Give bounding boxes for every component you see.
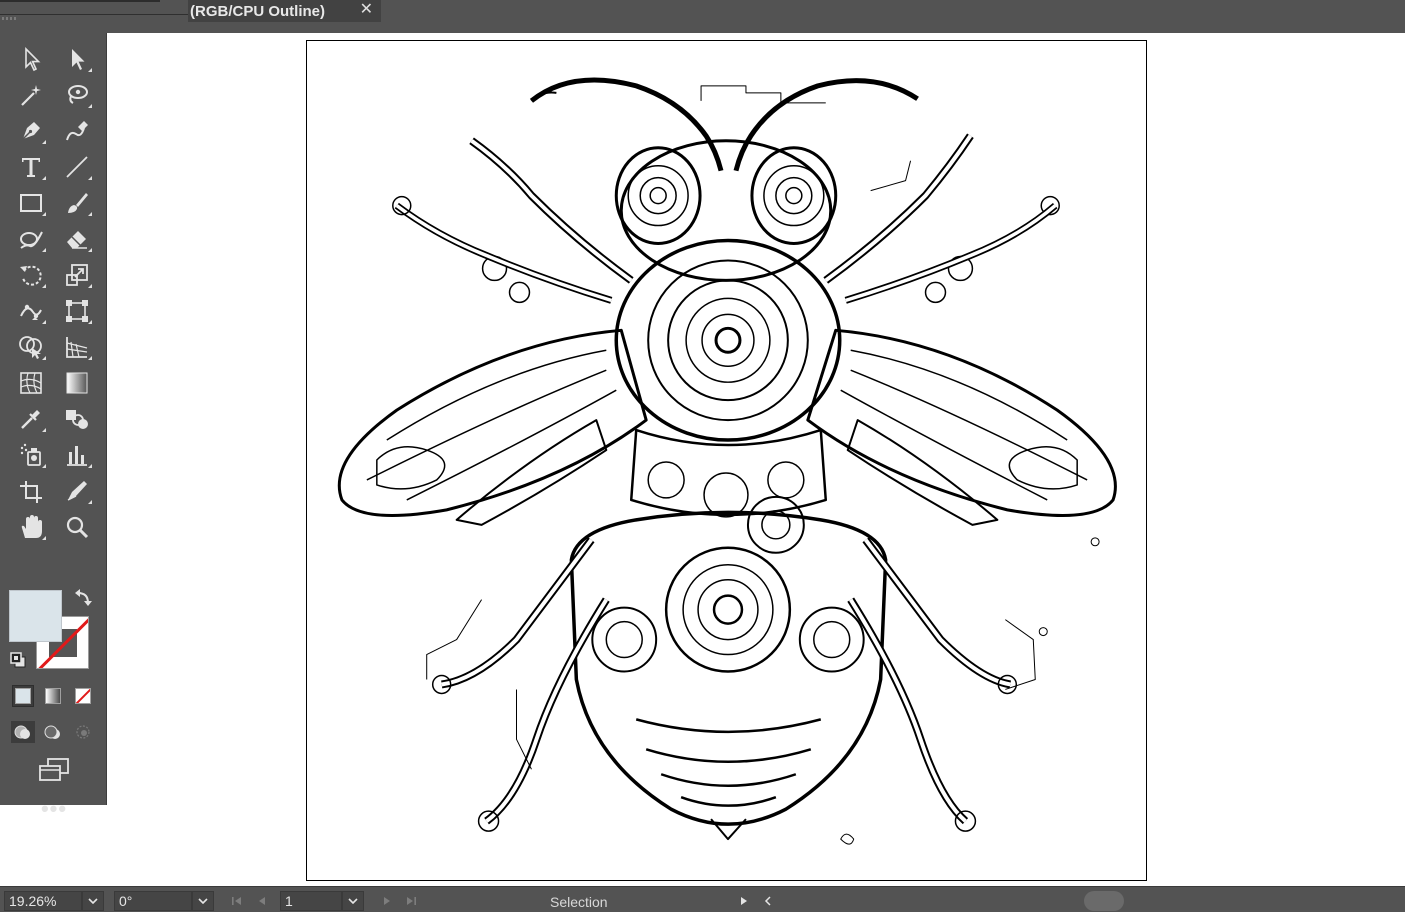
blend-tool-icon[interactable] — [60, 403, 94, 435]
eraser-tool-icon[interactable] — [60, 223, 94, 255]
artboard[interactable] — [306, 40, 1147, 881]
right-lower-wing — [846, 419, 999, 526]
hand-tool-icon[interactable] — [14, 511, 48, 543]
perspective-grid-tool-icon[interactable] — [60, 331, 94, 363]
draw-behind-icon[interactable] — [41, 721, 65, 743]
close-tab-icon[interactable]: ✕ — [360, 1, 373, 19]
color-mode-button[interactable] — [12, 685, 34, 707]
pen-tool-icon[interactable] — [14, 115, 48, 147]
previous-tab-edge — [0, 0, 160, 2]
zoom-tool-icon[interactable] — [60, 511, 94, 543]
document-tab-title: (RGB/CPU Outline) — [190, 2, 325, 20]
type-tool-icon[interactable] — [14, 151, 48, 183]
first-artboard-icon[interactable] — [228, 893, 246, 909]
free-transform-tool-icon[interactable] — [60, 295, 94, 327]
current-tool-status: Selection — [550, 894, 608, 910]
gradient-tool-icon[interactable] — [60, 367, 94, 399]
rotate-tool-icon[interactable] — [14, 259, 48, 291]
panel-grip[interactable] — [0, 14, 188, 20]
gradient-mode-button[interactable] — [42, 685, 64, 707]
direct-selection-tool-icon[interactable] — [60, 43, 94, 75]
rotation-field[interactable]: 0° — [114, 891, 192, 911]
scroll-left-icon[interactable] — [760, 893, 776, 909]
status-bar: 19.26% 0° 1 Selection — [0, 886, 1405, 912]
status-menu-arrow-icon[interactable] — [736, 893, 752, 909]
curvature-tool-icon[interactable] — [60, 115, 94, 147]
artboard-tool-icon[interactable] — [14, 475, 48, 507]
head — [619, 139, 833, 282]
mesh-tool-icon[interactable] — [14, 367, 48, 399]
right-antenna — [733, 78, 919, 172]
paintbrush-tool-icon[interactable] — [60, 187, 94, 219]
left-mid-leg — [394, 202, 613, 304]
eyedropper-tool-icon[interactable] — [14, 403, 48, 435]
horizontal-scrollbar-thumb[interactable] — [1084, 891, 1124, 911]
thorax — [614, 238, 842, 442]
shaper-tool-icon[interactable] — [14, 223, 48, 255]
bee-outline-artwork[interactable] — [307, 41, 1146, 880]
slice-tool-icon[interactable] — [60, 475, 94, 507]
artboard-dropdown-chevron-down-icon[interactable] — [342, 891, 364, 911]
document-tab[interactable]: (RGB/CPU Outline) ✕ — [188, 0, 381, 22]
rectangle-tool-icon[interactable] — [14, 187, 48, 219]
line-segment-tool-icon[interactable] — [60, 151, 94, 183]
artboard-number-field[interactable]: 1 — [280, 891, 342, 911]
rotation-dropdown-chevron-down-icon[interactable] — [192, 891, 214, 911]
right-front-leg — [823, 133, 974, 284]
change-screen-mode-icon[interactable] — [36, 757, 72, 783]
left-antenna — [529, 77, 724, 172]
magic-wand-tool-icon[interactable] — [14, 79, 48, 111]
next-artboard-icon[interactable] — [378, 893, 396, 909]
previous-artboard-icon[interactable] — [253, 893, 271, 909]
right-mid-leg — [844, 202, 1058, 304]
zoom-dropdown-chevron-down-icon[interactable] — [82, 891, 104, 911]
last-artboard-icon[interactable] — [402, 893, 420, 909]
lasso-tool-icon[interactable] — [60, 79, 94, 111]
default-fill-stroke-icon[interactable] — [9, 651, 27, 669]
document-tab-bar: (RGB/CPU Outline) ✕ — [0, 0, 1405, 33]
selection-tool-icon[interactable] — [14, 43, 48, 75]
abdomen — [569, 510, 888, 826]
swap-fill-stroke-icon[interactable] — [74, 589, 94, 609]
fill-color-swatch-front[interactable] — [9, 590, 62, 642]
draw-inside-icon[interactable] — [71, 721, 95, 743]
column-graph-tool-icon[interactable] — [60, 439, 94, 471]
puppet-warp-tool-icon[interactable] — [14, 295, 48, 327]
none-mode-button[interactable] — [72, 685, 94, 707]
tools-panel: ••• — [0, 33, 107, 820]
zoom-level-field[interactable]: 19.26% — [4, 891, 82, 911]
shape-builder-tool-icon[interactable] — [14, 331, 48, 363]
illustrator-window: (RGB/CPU Outline) ✕ ••• 19.26% 0° 1 Sele… — [0, 0, 1405, 912]
symbol-sprayer-tool-icon[interactable] — [14, 439, 48, 471]
scale-tool-icon[interactable] — [60, 259, 94, 291]
draw-normal-icon[interactable] — [11, 721, 35, 743]
edit-toolbar-more-icon[interactable]: ••• — [36, 798, 72, 823]
